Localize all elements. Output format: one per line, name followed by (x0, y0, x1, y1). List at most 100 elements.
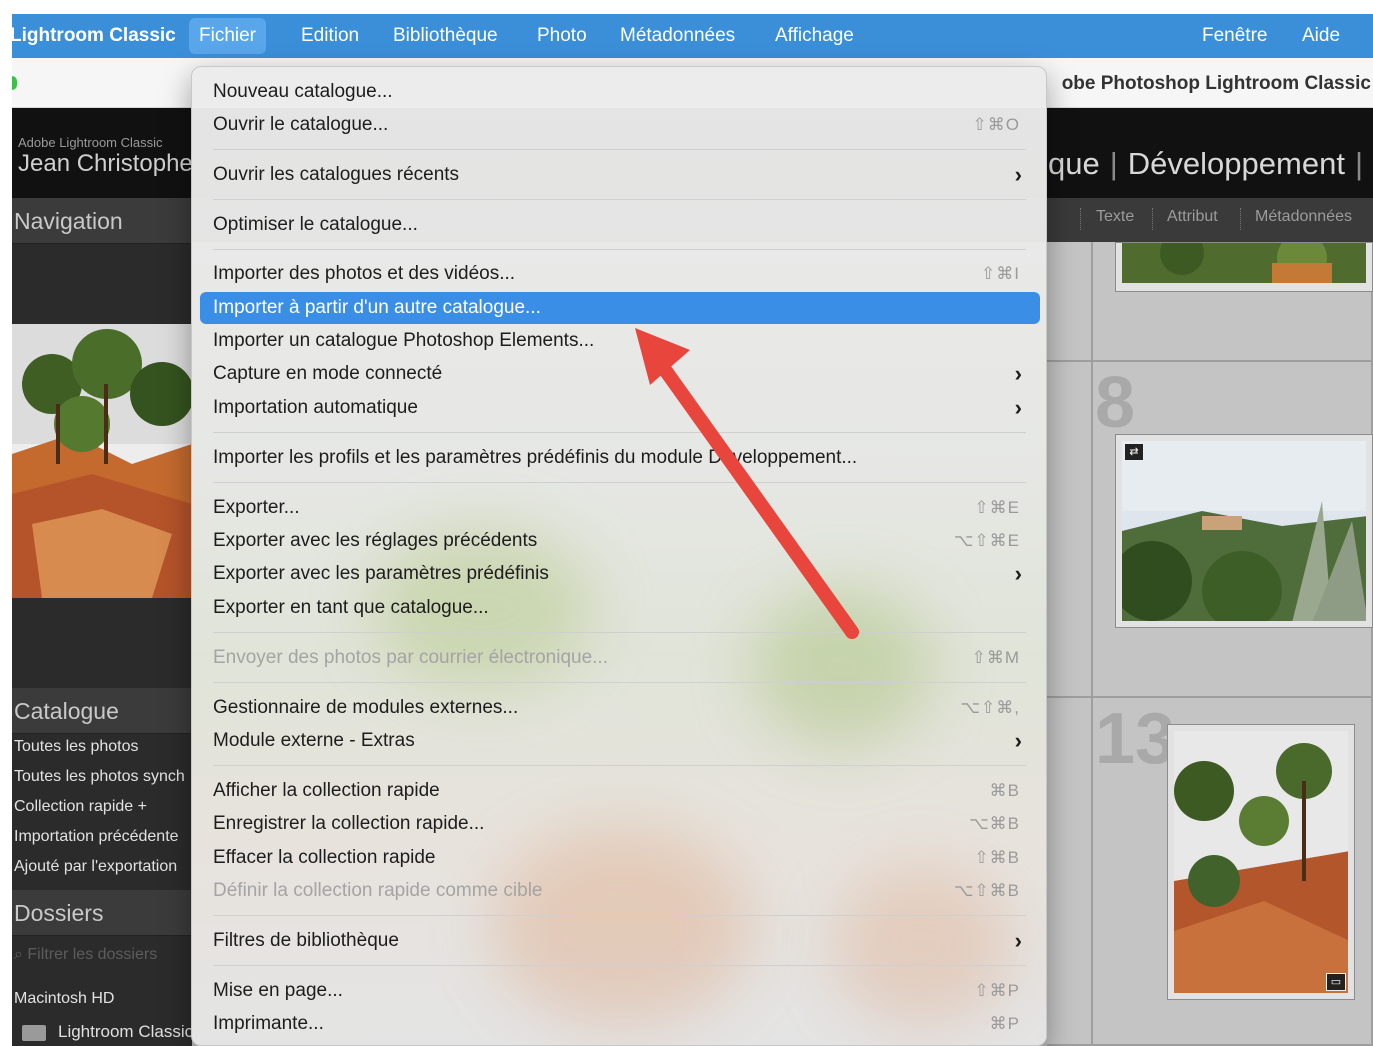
menu-item-library-filters[interactable]: Filtres de bibliothèque › (200, 925, 1040, 957)
filter-icon: ⌕ (14, 946, 28, 963)
menu-metadonnees[interactable]: Métadonnées (610, 14, 745, 58)
menu-item-import-elements[interactable]: Importer un catalogue Photoshop Elements… (200, 325, 1040, 357)
menu-item-label: Filtres de bibliothèque (213, 930, 399, 951)
navigator-preview-image (12, 324, 192, 598)
filter-separator (1080, 208, 1081, 230)
menu-item-export-presets[interactable]: Exporter avec les paramètres prédéfinis › (200, 558, 1040, 590)
menu-photo[interactable]: Photo (527, 14, 597, 58)
menu-separator (213, 249, 1026, 250)
folder-row-lightroom[interactable]: Lightroom Classic (22, 1022, 193, 1046)
window-title: obe Photoshop Lightroom Classic (1061, 73, 1371, 94)
filter-text[interactable]: Texte (1096, 208, 1134, 226)
menu-item-label: Nouveau catalogue... (213, 81, 393, 102)
menu-affichage[interactable]: Affichage (765, 14, 864, 58)
menu-fichier[interactable]: Fichier (189, 18, 267, 54)
catalogue-item-added-by-export[interactable]: Ajouté par l'exportation (14, 858, 192, 876)
submenu-chevron-icon: › (1014, 728, 1022, 753)
menu-aide[interactable]: Aide (1292, 14, 1350, 58)
submenu-chevron-icon: › (1014, 162, 1022, 187)
menu-item-shortcut: ⇧⌘I (981, 264, 1020, 283)
menu-edition[interactable]: Edition (291, 14, 369, 58)
menu-item-import-photos[interactable]: Importer des photos et des vidéos... ⇧⌘I (200, 258, 1040, 290)
grid-cell[interactable] (1093, 242, 1373, 362)
menu-item-show-quick-collection[interactable]: Afficher la collection rapide ⌘B (200, 775, 1040, 807)
menu-item-export-previous[interactable]: Exporter avec les réglages précédents ⌥⇧⌘… (200, 525, 1040, 557)
menu-item-optimize-catalog[interactable]: Optimiser le catalogue... (200, 209, 1040, 241)
filter-metadata[interactable]: Métadonnées (1255, 208, 1352, 226)
filter-separator (1152, 208, 1153, 230)
menu-separator (213, 915, 1026, 916)
menu-item-label: Gestionnaire de modules externes... (213, 697, 519, 718)
menu-item-auto-import[interactable]: Importation automatique › (200, 392, 1040, 424)
menu-item-shortcut: ⌘B (989, 781, 1020, 800)
thumbnail-frame[interactable]: ▭ (1167, 724, 1355, 1000)
volume-macintosh-hd[interactable]: Macintosh HD (14, 990, 192, 1008)
menu-item-export[interactable]: Exporter... ⇧⌘E (200, 492, 1040, 524)
filter-attribute[interactable]: Attribut (1167, 208, 1218, 226)
thumbnail-image (1122, 441, 1366, 621)
menu-item-plugin-manager[interactable]: Gestionnaire de modules externes... ⌥⇧⌘, (200, 692, 1040, 724)
catalogue-item-all-photos[interactable]: Toutes les photos (14, 738, 192, 756)
thumbnail-frame[interactable] (1115, 242, 1373, 292)
grid-cell[interactable]: 13 ▭ (1093, 698, 1373, 1046)
menu-item-save-quick-collection[interactable]: Enregistrer la collection rapide... ⌥⌘B (200, 808, 1040, 840)
thumbnail-frame[interactable]: ⇄ (1115, 434, 1373, 628)
menu-fenetre[interactable]: Fenêtre (1192, 14, 1277, 58)
menu-item-label: Ouvrir le catalogue... (213, 114, 389, 135)
menu-item-label: Imprimante... (213, 1013, 324, 1034)
screenshot: { "menubar": { "app_name": "Lightroom Cl… (0, 0, 1373, 1046)
menu-item-label: Effacer la collection rapide (213, 847, 436, 868)
menu-bibliotheque[interactable]: Bibliothèque (383, 14, 508, 58)
menu-item-clear-quick-collection[interactable]: Effacer la collection rapide ⇧⌘B (200, 842, 1040, 874)
menu-item-plugin-extras[interactable]: Module externe - Extras › (200, 725, 1040, 757)
menu-item-shortcut: ⇧⌘B (974, 848, 1020, 867)
menu-item-shortcut: ⌥⌘B (969, 814, 1020, 833)
menu-item-printer[interactable]: Imprimante... ⌘P (200, 1008, 1040, 1040)
system-menu-bar: Lightroom Classic Fichier Edition Biblio… (10, 14, 1373, 58)
menu-item-new-catalog[interactable]: Nouveau catalogue... (200, 76, 1040, 108)
file-menu-dropdown: Nouveau catalogue... Ouvrir le catalogue… (191, 66, 1047, 1046)
menu-item-email-photos: Envoyer des photos par courrier électron… (200, 642, 1040, 674)
thumbnail-image (1122, 243, 1366, 285)
window-zoom-button[interactable] (12, 76, 17, 90)
menu-app-name[interactable]: Lightroom Classic (10, 14, 186, 58)
menu-item-tethered-capture[interactable]: Capture en mode connecté › (200, 358, 1040, 390)
module-develop-link[interactable]: Développement (1128, 146, 1345, 181)
menu-item-open-catalog[interactable]: Ouvrir le catalogue... ⇧⌘O (200, 109, 1040, 141)
sync-badge-icon: ⇄ (1124, 443, 1144, 461)
menu-item-page-setup[interactable]: Mise en page... ⇧⌘P (200, 975, 1040, 1007)
menu-item-label: Exporter en tant que catalogue... (213, 597, 489, 618)
menu-separator (213, 765, 1026, 766)
menu-item-import-from-catalog[interactable]: Importer à partir d'un autre catalogue..… (200, 292, 1040, 324)
grid-cell[interactable]: 8 ⇄ (1093, 362, 1373, 698)
catalogue-panel-header[interactable]: Catalogue (12, 688, 192, 734)
menu-item-label: Optimiser le catalogue... (213, 214, 418, 235)
folder-icon (22, 1024, 46, 1041)
menu-item-export-catalog[interactable]: Exporter en tant que catalogue... (200, 592, 1040, 624)
menu-item-open-recent[interactable]: Ouvrir les catalogues récents › (200, 159, 1040, 191)
menu-item-import-profiles[interactable]: Importer les profils et les paramètres p… (200, 442, 1040, 474)
folder-filter-input[interactable]: ⌕ Filtrer les dossiers (14, 940, 190, 970)
grid-cell[interactable] (1047, 242, 1093, 362)
menu-separator (213, 199, 1026, 200)
module-library-link[interactable]: que (1048, 146, 1100, 181)
menu-item-shortcut: ⌘P (989, 1014, 1020, 1033)
catalogue-item-synced-photos[interactable]: Toutes les photos synch (14, 768, 192, 786)
navigation-panel-header[interactable]: Navigation (12, 198, 192, 244)
catalogue-item-previous-import[interactable]: Importation précédente (14, 828, 192, 846)
menu-separator (213, 965, 1026, 966)
menu-separator (213, 149, 1026, 150)
grid-cell-number: 13 (1095, 699, 1176, 779)
folders-panel-header[interactable]: Dossiers (12, 890, 192, 936)
grid-cell[interactable] (1047, 362, 1093, 698)
menu-item-label: Enregistrer la collection rapide... (213, 813, 485, 834)
catalogue-item-quick-collection[interactable]: Collection rapide + (14, 798, 192, 816)
submenu-chevron-icon: › (1014, 561, 1022, 586)
thumbnail-image (1174, 731, 1348, 993)
menu-item-shortcut: ⇧⌘P (974, 981, 1020, 1000)
menu-item-label: Exporter avec les réglages précédents (213, 530, 538, 551)
virtual-copy-badge-icon: ▭ (1326, 973, 1346, 991)
grid-cell[interactable] (1047, 698, 1093, 1046)
menu-item-label: Exporter avec les paramètres prédéfinis (213, 563, 549, 584)
menu-separator (213, 482, 1026, 483)
